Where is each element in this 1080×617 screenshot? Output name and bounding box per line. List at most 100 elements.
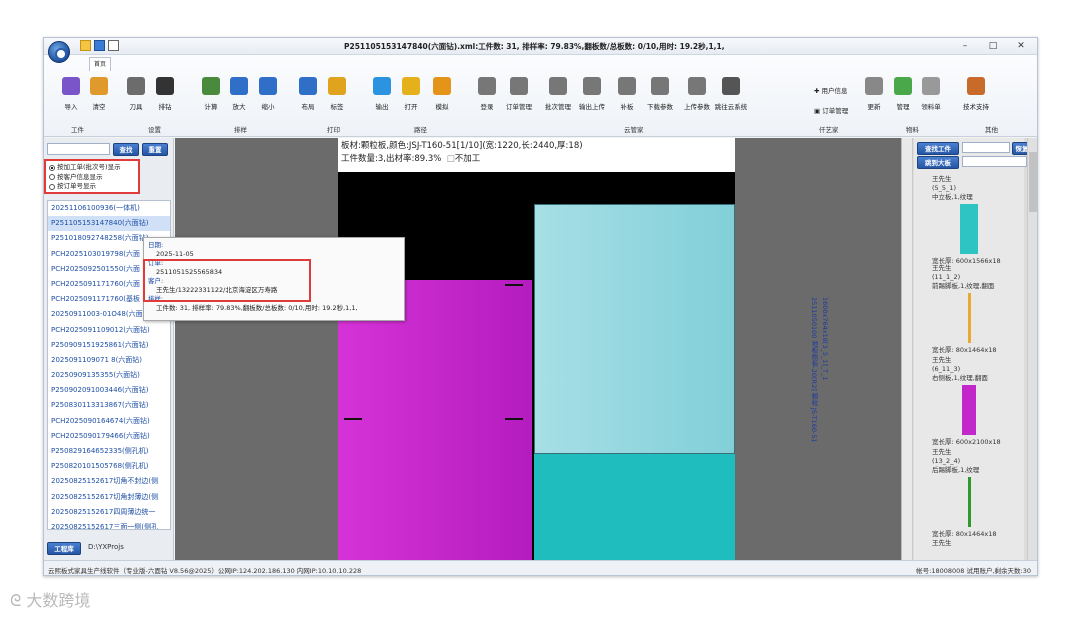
reset-button[interactable]: 重置 [142,143,168,156]
open-button[interactable]: 打开 [394,77,428,111]
tag-button[interactable]: 标签 [320,77,354,111]
material-icon [922,77,940,95]
layout-canvas[interactable]: 板材:颗粒板,颜色:JSJ-T160-51[1/10](宽:1220,长:244… [175,138,940,560]
part-magenta[interactable] [338,280,532,560]
clear-button[interactable]: 清空 [82,77,116,111]
title-bar: P251105153147840(六面钻).xml:工件数: 31, 排样率: … [44,38,1037,55]
export-icon [373,77,391,95]
parts-list[interactable]: 查找工件 恢复 跳到大板 王先生 (5_5_1) 中立板,1,纹理 宽长厚: 600x… [914,138,1032,560]
group-label-settings: 设置 [148,126,161,134]
dlparam-button[interactable]: 下载参数 [643,77,677,111]
cloud-button[interactable]: 跳往云系统 [714,77,748,111]
order-manage-label: 订单管理 [822,107,849,115]
order-icon [510,77,528,95]
group-label-path: 路径 [414,126,427,134]
quick-access-dropdown-icon[interactable] [108,40,119,51]
part-desc: 后踢脚板,1,纹理 [932,466,980,474]
minimize-button[interactable]: – [954,39,976,53]
batch-button[interactable]: 批次管理 [541,77,575,111]
checkbox-icon[interactable]: □ [447,154,455,164]
part-thumbnail[interactable] [967,477,971,527]
ulparam-button[interactable]: 上传参数 [680,77,714,111]
list-item[interactable]: 20250825152617切角不封边(侧 [48,474,170,489]
find-button[interactable]: 查找 [113,143,139,156]
list-item[interactable]: P250830113313867(六面钻) [48,398,170,413]
list-item[interactable]: PCH2025090179466(六面钻) [48,429,170,444]
list-item[interactable]: P250820101505768(侧孔机) [48,459,170,474]
jump-board-button[interactable]: 跳到大板 [917,156,959,169]
login-button[interactable]: 登录 [470,77,504,111]
project-library-button[interactable]: 工程库 [47,542,81,555]
dlparam-icon [651,77,669,95]
list-item[interactable]: 2025091109071 8(六面钻) [48,353,170,368]
app-menu-orb-icon[interactable] [48,41,70,63]
part-owner: 王先生 [932,264,952,272]
list-item[interactable]: P251105153147840(六面钻) [48,216,170,232]
find-part-button[interactable]: 查找工件 [917,142,959,155]
jump-board-input[interactable] [962,156,1027,167]
part-code: (5_5_1) [932,184,956,192]
scroll-thumb[interactable] [1029,152,1037,212]
order-label: 订单管理 [506,103,532,111]
tooltip-date-value: 2025-11-05 [156,250,194,258]
list-item[interactable]: PCH2025091109012(六面钻) [48,323,170,338]
ribbon-tab-home[interactable]: 首页 [89,57,111,71]
dlparam-label: 下载参数 [647,103,673,111]
user-info-button[interactable]: ✚ 用户信息 [814,85,848,95]
radio-by-customer[interactable]: 按客户信息显示 [49,173,135,183]
patch-button[interactable]: 补板 [610,77,644,111]
radio-by-order[interactable]: 按订单号显示 [49,182,135,192]
group-label-parts: 工件 [71,126,84,134]
order-button[interactable]: 订单管理 [502,77,536,111]
part-cyan[interactable]: 1600x764x18[3_5_1]_T_1 2511050100 地柜侧板-2… [534,204,829,454]
search-input[interactable] [47,143,110,155]
material-button[interactable]: 领料单 [914,77,948,111]
cloud-icon [722,77,740,95]
list-item[interactable]: P250909151925861(六面钻) [48,338,170,353]
list-item[interactable]: 20251106100936(一体机) [48,201,170,216]
simulate-icon [433,77,451,95]
upload-label: 输出上传 [579,103,605,111]
list-item[interactable]: 20250909135355(六面钻) [48,368,170,383]
tooltip-date-label: 日期: [148,241,164,249]
status-right: 帐号:18008008 试用账户,剩余天数:30 [916,567,1031,575]
list-item[interactable]: P250902091003446(六面钻) [48,383,170,398]
order-manage-small-button[interactable]: ▣ 订单管理 [814,105,848,115]
close-button[interactable]: ✕ [1010,39,1032,53]
folder-icon[interactable] [80,40,91,51]
support-button[interactable]: 技术支持 [959,77,993,111]
cloud-label: 跳往云系统 [714,103,748,111]
list-item[interactable]: 20250825152617切角封薄边(侧 [48,490,170,505]
part-teal[interactable] [534,454,735,560]
tools-icon [127,77,145,95]
part-thumbnail[interactable] [967,293,971,343]
part-owner: 王先生 [932,175,952,183]
clear-label: 清空 [92,103,106,111]
right-scrollbar[interactable] [1027,138,1037,560]
watermark-text: 大数跨境 [26,591,91,610]
part-label-vertical-2: 2511050100 地柜侧板-20[R2] 颗粒 JS-T160-51 [810,297,818,443]
radio-by-batch[interactable]: 按加工单(批次号)显示 [49,163,135,173]
find-part-input[interactable] [962,142,1010,153]
part-owner: 王先生 [932,539,952,547]
save-icon[interactable] [94,40,105,51]
part-thumbnail[interactable] [962,385,976,435]
simulate-button[interactable]: 模拟 [425,77,459,111]
board-sheet[interactable]: 1600x764x18[3_5_1]_T_1 2511050100 地柜侧板-2… [338,172,829,560]
zoomout-label: 缩小 [261,103,275,111]
upload-button[interactable]: 输出上传 [575,77,609,111]
zoomout-button[interactable]: 缩小 [251,77,285,111]
list-item[interactable]: 20250825152617四周薄边统一 [48,505,170,520]
highlight-box [143,259,311,302]
list-item[interactable]: P250829164652335(侧孔机) [48,444,170,459]
maximize-button[interactable]: □ [982,39,1004,53]
radio-unchecked-icon [49,174,55,181]
radio-unchecked-icon [49,183,55,190]
drill-icon [156,77,174,95]
user-info-label: 用户信息 [821,87,848,95]
list-item[interactable]: 20250825152617三面一侧(侧孔 [48,520,170,529]
drill-button[interactable]: 排钻 [148,77,182,111]
list-item[interactable]: PCH2025090164674(六面钻) [48,414,170,429]
tooltip-layout-value: 工件数: 31, 排样率: 79.83%,翻板数/总板数: 0/10,用时: 1… [156,304,358,312]
part-thumbnail[interactable] [960,204,978,254]
